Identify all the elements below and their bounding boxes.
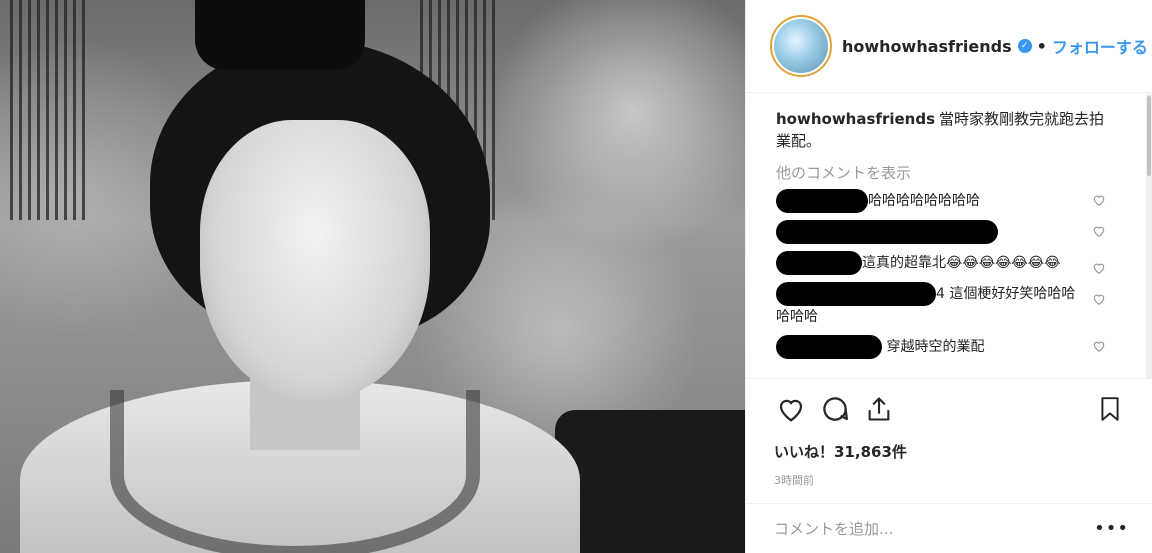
like-comment-heart-icon[interactable] bbox=[1092, 193, 1106, 207]
post-side-panel: howhowhasfriends ✓ • フォローする howhowhasfri… bbox=[745, 0, 1152, 553]
follow-button[interactable]: フォローする bbox=[1052, 34, 1148, 58]
bookmark-icon bbox=[1101, 397, 1119, 421]
comment-text: 這真的超靠北😂😂😂😂😂😂😂 bbox=[862, 255, 1061, 271]
post-timestamp[interactable]: 3時間前 bbox=[774, 472, 1127, 488]
caption-username[interactable]: howhowhasfriends bbox=[776, 110, 935, 128]
header-separator: • bbox=[1036, 36, 1047, 56]
chair bbox=[555, 410, 745, 553]
scrollbar-thumb[interactable] bbox=[1147, 96, 1151, 176]
comment-row: 哈哈哈哈哈哈哈哈 bbox=[776, 189, 1146, 213]
redacted-username bbox=[776, 189, 868, 213]
header-username[interactable]: howhowhasfriends bbox=[842, 37, 1012, 56]
post-photo[interactable] bbox=[0, 0, 745, 553]
post-actions: いいね！31,863件 3時間前 bbox=[746, 378, 1152, 498]
heart-icon bbox=[779, 399, 803, 422]
comment-button[interactable] bbox=[818, 392, 852, 426]
like-button[interactable] bbox=[774, 392, 808, 426]
verified-badge-icon: ✓ bbox=[1017, 39, 1032, 53]
share-button[interactable] bbox=[862, 392, 896, 426]
post-caption: howhowhasfriends 當時家教剛教完就跑去拍業配。 bbox=[776, 108, 1116, 152]
comment-row: 4 這個梗好好笑哈哈哈哈哈哈 bbox=[776, 282, 1146, 328]
like-comment-heart-icon[interactable] bbox=[1092, 261, 1106, 275]
post-header: howhowhasfriends ✓ • フォローする bbox=[746, 0, 1152, 93]
avatar[interactable] bbox=[770, 15, 832, 77]
more-options-button[interactable]: ••• bbox=[1094, 518, 1129, 539]
save-button[interactable] bbox=[1093, 392, 1127, 426]
likes-count[interactable]: いいね！31,863件 bbox=[774, 441, 1127, 462]
redacted-username bbox=[776, 282, 936, 306]
comment-icon bbox=[823, 397, 848, 421]
share-icon bbox=[868, 397, 890, 421]
view-more-comments[interactable]: 他のコメントを表示 bbox=[776, 162, 1146, 183]
redacted-username bbox=[776, 251, 862, 275]
comments-scrollbar[interactable] bbox=[1146, 94, 1152, 378]
redacted-username bbox=[776, 335, 882, 359]
like-comment-heart-icon[interactable] bbox=[1092, 339, 1106, 353]
action-icons bbox=[774, 393, 1127, 425]
like-comment-heart-icon[interactable] bbox=[1092, 224, 1106, 238]
comment-text: 哈哈哈哈哈哈哈哈 bbox=[868, 193, 980, 209]
face bbox=[200, 120, 430, 400]
comment-row: 穿越時空的業配 bbox=[776, 335, 1146, 359]
comment-row bbox=[776, 220, 1146, 244]
add-comment-bar: ••• bbox=[746, 503, 1152, 553]
redacted-username bbox=[776, 220, 998, 244]
comment-row: 這真的超靠北😂😂😂😂😂😂😂 bbox=[776, 251, 1146, 275]
comment-text: 穿越時空的業配 bbox=[886, 339, 985, 355]
comments-list[interactable]: howhowhasfriends 當時家教剛教完就跑去拍業配。 他のコメントを表示… bbox=[746, 94, 1146, 378]
bead-curtain-left bbox=[10, 0, 90, 220]
add-comment-input[interactable] bbox=[774, 519, 1095, 538]
hat bbox=[195, 0, 365, 70]
like-comment-heart-icon[interactable] bbox=[1092, 292, 1106, 306]
